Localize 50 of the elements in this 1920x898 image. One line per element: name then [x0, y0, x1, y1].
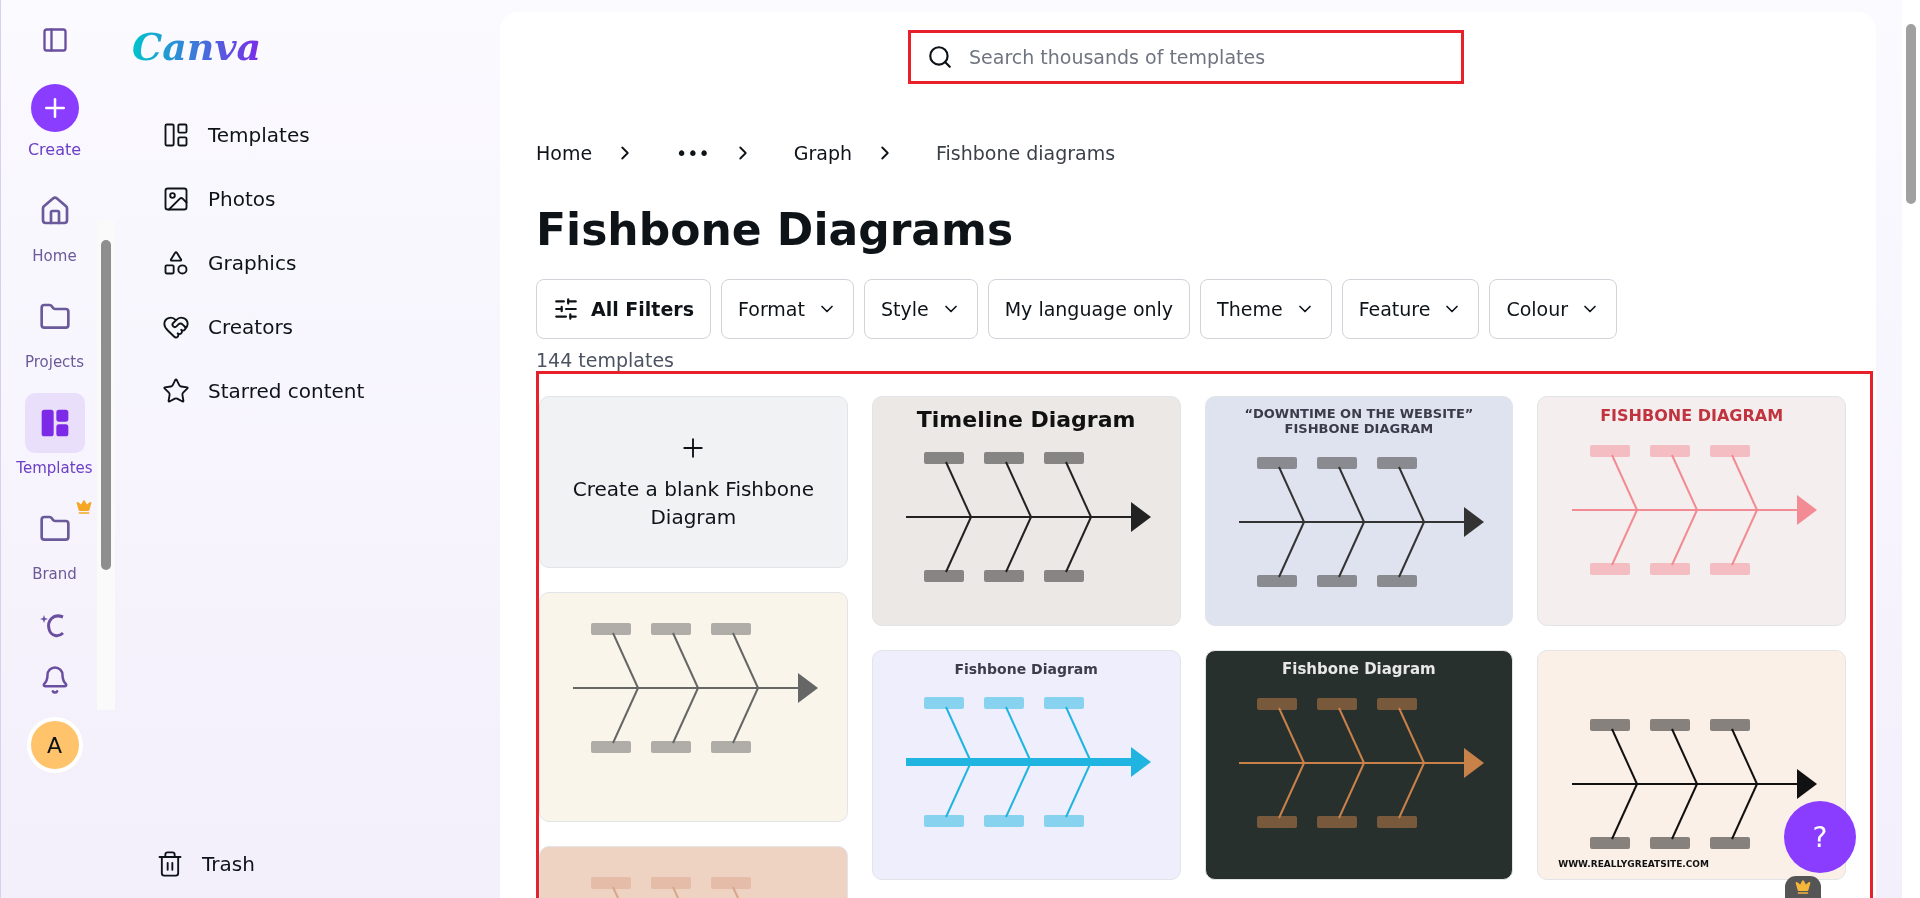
- template-title: Fishbone Diagram: [1281, 661, 1437, 679]
- create-button[interactable]: [30, 84, 79, 132]
- crown-icon: [1785, 876, 1821, 898]
- image-icon: [162, 185, 190, 213]
- star-icon: [162, 377, 190, 405]
- filter-button[interactable]: Format: [721, 279, 854, 339]
- filter-button[interactable]: Theme: [1200, 279, 1332, 339]
- breadcrumb-link[interactable]: •••: [676, 142, 710, 164]
- breadcrumb-link[interactable]: Home: [536, 142, 593, 164]
- rail-item[interactable]: Projects: [13, 287, 96, 371]
- template-card[interactable]: Timeline Diagram: [871, 396, 1181, 626]
- sliders-icon: [553, 296, 579, 322]
- user-avatar[interactable]: A: [26, 717, 83, 773]
- trash-link[interactable]: Trash: [156, 850, 500, 878]
- shapes-icon: [162, 249, 190, 277]
- create-blank-card[interactable]: Create a blank Fishbone Diagram: [539, 396, 848, 568]
- scrollbar[interactable]: [1902, 0, 1920, 898]
- search-field[interactable]: Search thousands of templates: [908, 30, 1464, 84]
- scrollbar[interactable]: [97, 220, 115, 710]
- filter-button[interactable]: Colour: [1489, 279, 1618, 339]
- template-title: “DOWNTIME ON THE WEBSITE” FISHBONE DIAGRAM: [1243, 407, 1475, 437]
- panel-toggle-icon[interactable]: [40, 26, 69, 54]
- breadcrumb-link[interactable]: Fishbone diagrams: [936, 142, 1116, 164]
- filter-button[interactable]: My language only: [987, 279, 1191, 339]
- search-icon: [927, 44, 953, 70]
- template-card[interactable]: [539, 592, 848, 822]
- filter-button[interactable]: Feature: [1341, 279, 1480, 339]
- breadcrumb-link[interactable]: Graph: [793, 142, 852, 164]
- template-card[interactable]: Fishbone Diagram: [871, 650, 1181, 880]
- trash-icon: [156, 850, 184, 878]
- sidebar-item[interactable]: Starred content: [162, 377, 500, 405]
- template-card[interactable]: “DOWNTIME ON THE WEBSITE” FISHBONE DIAGRAM: [1204, 396, 1514, 626]
- template-title: FISHBONE DIAGRAM: [1599, 407, 1785, 426]
- template-title: Timeline Diagram: [915, 407, 1137, 433]
- rail-item[interactable]: Home: [13, 181, 96, 265]
- template-card[interactable]: Fishbone Diagram: [1204, 650, 1514, 880]
- template-footer-text: WWW.REALLYGREATSITE.COM: [1557, 858, 1710, 869]
- layout-icon: [162, 121, 190, 149]
- rail-item[interactable]: Brand: [13, 499, 96, 583]
- sidebar-item[interactable]: Creators: [162, 313, 500, 341]
- template-count: 144 templates: [536, 349, 675, 371]
- sidebar-item[interactable]: Photos: [162, 185, 500, 213]
- template-card[interactable]: FISHBONE DIAGRAM: [1537, 396, 1846, 626]
- page-heading: Fishbone Diagrams: [536, 204, 1015, 255]
- filter-button[interactable]: All Filters: [536, 279, 711, 339]
- sidebar-item[interactable]: Templates: [162, 121, 500, 149]
- sidebar-item[interactable]: Graphics: [162, 249, 500, 277]
- create-label: Create: [27, 140, 82, 159]
- template-title: Fishbone Diagram: [953, 661, 1099, 678]
- filter-button[interactable]: Style: [863, 279, 978, 339]
